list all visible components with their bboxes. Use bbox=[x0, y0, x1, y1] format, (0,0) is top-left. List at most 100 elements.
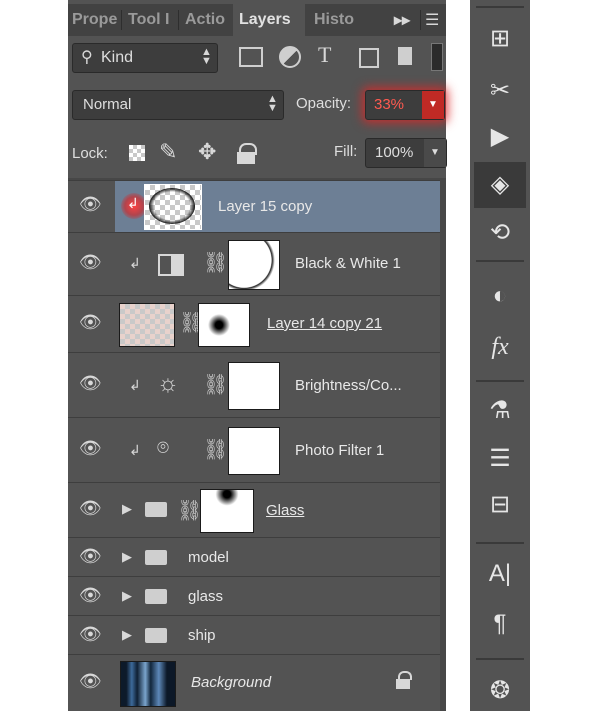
eye-icon: 👁 bbox=[79, 252, 102, 272]
layer-thumbnail bbox=[144, 184, 202, 230]
right-toolbar: ⊞ ✂ ▶ ◈ ⟲ ◐ fx ⚗ ☰ ⊟ A| ¶ ❂ bbox=[470, 0, 530, 711]
fill-label: Fill: bbox=[334, 143, 358, 160]
thumbnail-vignette bbox=[149, 188, 195, 224]
layer-row-photo-filter-1[interactable]: ↲ ⌾ ⛓ Photo Filter 1 bbox=[115, 417, 440, 482]
tab-history[interactable]: Histo bbox=[314, 4, 362, 36]
eye-icon: 👁 bbox=[79, 671, 102, 691]
blend-mode-value: Normal bbox=[83, 96, 132, 113]
opacity-label: Opacity: bbox=[296, 95, 352, 112]
layer-row-layer-15-copy[interactable]: ↲ Layer 15 copy bbox=[115, 180, 440, 232]
layer-name: model bbox=[188, 549, 229, 566]
blend-mode-select[interactable]: Normal ▲ ▼ bbox=[72, 90, 284, 120]
folder-icon bbox=[145, 502, 167, 517]
layer-group-ship[interactable]: ▶ ship bbox=[115, 615, 440, 654]
tab-layers[interactable]: Layers bbox=[233, 4, 305, 36]
brush-icon[interactable]: ☰ bbox=[470, 444, 530, 473]
brush-presets-icon[interactable]: ⚗ bbox=[470, 396, 530, 425]
layer-group-glass-lower[interactable]: ▶ glass bbox=[115, 576, 440, 615]
visibility-toggle[interactable]: 👁 bbox=[68, 654, 115, 711]
panel-menu-icon[interactable]: ☰ bbox=[425, 10, 439, 30]
layer-thumbnail bbox=[119, 303, 175, 347]
info-panel-icon[interactable]: ⊞ bbox=[470, 24, 530, 53]
layer-mask-thumbnail bbox=[198, 303, 250, 347]
visibility-toggle[interactable]: 👁 bbox=[68, 417, 115, 482]
filter-pixel-icon[interactable] bbox=[239, 47, 263, 67]
layer-group-model[interactable]: ▶ model bbox=[115, 537, 440, 576]
select-arrows-icon: ▲ ▼ bbox=[267, 93, 278, 114]
link-icon: ⛓ bbox=[203, 252, 229, 274]
expand-arrow-icon[interactable]: ▶ bbox=[122, 627, 132, 643]
play-icon[interactable]: ▶ bbox=[470, 122, 530, 151]
adjustments-icon[interactable]: ◐ bbox=[470, 282, 530, 310]
layer-group-glass[interactable]: ▶ ⛓ Glass bbox=[115, 482, 440, 537]
visibility-toggle[interactable]: 👁 bbox=[68, 537, 115, 576]
search-icon: ⚲ bbox=[81, 49, 93, 66]
history-icon[interactable]: ⟲ bbox=[470, 218, 530, 247]
layer-row-black-white-1[interactable]: ↲ ⛓ Black & White 1 bbox=[115, 232, 440, 295]
layer-row-brightness-contrast[interactable]: ↲ ☼ ⛓ Brightness/Co... bbox=[115, 352, 440, 417]
layer-row-layer-14-copy-21[interactable]: ⛓ Layer 14 copy 21 bbox=[115, 295, 440, 352]
link-icon: ⛓ bbox=[203, 374, 229, 396]
visibility-toggle[interactable]: 👁 bbox=[68, 352, 115, 417]
black-white-adjustment-icon bbox=[158, 254, 184, 276]
tab-properties[interactable]: Prope bbox=[72, 4, 118, 36]
tab-actions[interactable]: Actio bbox=[185, 4, 229, 36]
visibility-toggle[interactable]: 👁 bbox=[68, 180, 115, 232]
background-thumbnail bbox=[120, 661, 176, 707]
layer-name: Layer 15 copy bbox=[218, 198, 313, 215]
lock-label: Lock: bbox=[72, 145, 108, 162]
lock-all-icon-body bbox=[237, 152, 255, 164]
fill-input[interactable]: 100% ▼ bbox=[365, 138, 447, 168]
filter-kind-label: Kind bbox=[101, 49, 134, 66]
paragraph-icon[interactable]: ¶ bbox=[470, 610, 530, 638]
layers-panel: Prope Tool I Actio Layers Histo ▸▸ ☰ ⚲ K… bbox=[68, 0, 447, 711]
expand-arrow-icon[interactable]: ▶ bbox=[122, 588, 132, 604]
character-icon[interactable]: A| bbox=[470, 560, 530, 588]
clone-source-icon[interactable]: ⊟ bbox=[470, 490, 530, 519]
visibility-toggle[interactable]: 👁 bbox=[68, 615, 115, 654]
layer-mask-thumbnail bbox=[228, 362, 280, 410]
folder-icon bbox=[145, 628, 167, 643]
visibility-toggle[interactable]: 👁 bbox=[68, 232, 115, 295]
select-arrows-icon: ▲ ▼ bbox=[201, 46, 212, 67]
layer-name: ship bbox=[188, 627, 216, 644]
filter-toggle-switch[interactable] bbox=[431, 43, 443, 71]
filter-type-icon[interactable]: T bbox=[318, 42, 331, 68]
filter-shape-icon[interactable] bbox=[359, 48, 379, 68]
lock-position-move-icon[interactable]: ✥ bbox=[198, 139, 216, 165]
layer-name: Photo Filter 1 bbox=[295, 442, 385, 459]
filter-smart-object-icon[interactable] bbox=[398, 47, 412, 65]
styles-icon[interactable]: fx bbox=[470, 334, 530, 361]
fill-dropdown-arrow-icon[interactable]: ▼ bbox=[424, 139, 446, 167]
lock-image-pixels-brush-icon[interactable]: ✎ bbox=[159, 139, 177, 165]
tab-tool-presets[interactable]: Tool I bbox=[128, 4, 176, 36]
eye-icon: 👁 bbox=[79, 438, 102, 458]
opacity-input[interactable]: 33% ▼ bbox=[365, 90, 445, 120]
tools-icon[interactable]: ✂ bbox=[470, 76, 530, 105]
visibility-toggle[interactable]: 👁 bbox=[68, 576, 115, 615]
layer-mask-thumbnail bbox=[228, 240, 280, 290]
toolbar-divider bbox=[476, 380, 524, 382]
layer-row-background[interactable]: Background bbox=[115, 654, 440, 711]
filter-adjustment-icon[interactable] bbox=[279, 46, 301, 68]
visibility-toggle[interactable]: 👁 bbox=[68, 482, 115, 537]
expand-arrow-icon[interactable]: ▶ bbox=[122, 549, 132, 565]
expand-arrow-icon[interactable]: ▶ bbox=[122, 501, 132, 517]
toolbar-divider bbox=[476, 542, 524, 544]
clipping-mask-arrow-icon: ↲ bbox=[127, 195, 139, 211]
collapse-double-arrow-icon[interactable]: ▸▸ bbox=[394, 10, 410, 30]
opacity-dropdown-arrow-icon[interactable]: ▼ bbox=[422, 91, 444, 119]
channels-icon[interactable]: ❂ bbox=[470, 676, 530, 705]
folder-icon bbox=[145, 589, 167, 604]
brightness-contrast-icon: ☼ bbox=[157, 370, 179, 397]
filter-kind-select[interactable]: ⚲ Kind ▲ ▼ bbox=[72, 43, 218, 73]
visibility-toggle[interactable]: 👁 bbox=[68, 295, 115, 352]
tab-separator bbox=[121, 10, 122, 30]
link-icon: ⛓ bbox=[177, 500, 203, 522]
lock-transparent-pixels-icon[interactable] bbox=[129, 145, 145, 161]
eye-icon: 👁 bbox=[79, 546, 102, 566]
layer-name: Black & White 1 bbox=[295, 255, 401, 272]
fill-value: 100% bbox=[375, 144, 414, 161]
layers-icon[interactable]: ◈ bbox=[470, 170, 530, 199]
opacity-value: 33% bbox=[374, 96, 405, 113]
